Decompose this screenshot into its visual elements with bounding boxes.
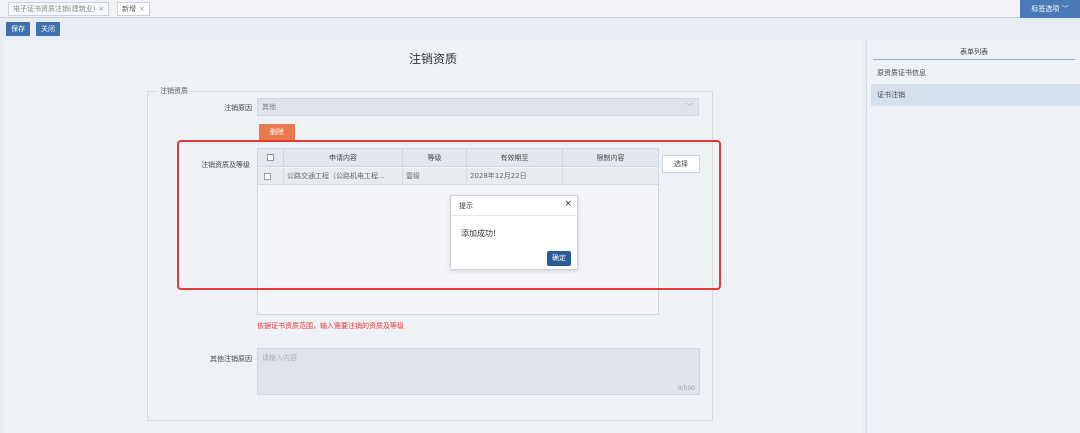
ok-button[interactable]: 确定 [547, 251, 571, 266]
close-icon[interactable]: × [139, 5, 145, 13]
annotation-highlight-box [177, 140, 721, 290]
other-reason-textarea[interactable]: 请输入内容 0/500 [257, 348, 700, 395]
close-icon[interactable]: × [98, 5, 104, 13]
sidebar-title: 表单列表 [873, 44, 1075, 60]
reason-value: 其他 [262, 103, 276, 111]
sidebar-item-original-cert[interactable]: 原资质证书信息 [871, 62, 1080, 84]
other-reason-label: 其他注销原因 [210, 355, 252, 363]
tab-new[interactable]: 新增 × [117, 2, 150, 16]
sidebar-item-cert-cancel[interactable]: 证书注销 [871, 84, 1080, 106]
reason-select[interactable]: 其他 ﹀ [257, 98, 699, 116]
tab-options-button[interactable]: 标签选项 ﹀ [1020, 0, 1080, 18]
dialog-title: 提示 [459, 202, 473, 210]
fieldset-legend: 注销资质 [157, 86, 191, 96]
char-counter: 0/500 [677, 385, 695, 392]
tab-bar: 电子证书资质注销(建筑业) × 新增 × 标签选项 ﹀ [0, 0, 1080, 18]
hint-text: 依据证书资质范围，输入需要注销的资质及等级 [257, 322, 404, 330]
save-button[interactable]: 保存 [6, 22, 30, 36]
close-icon[interactable]: × [564, 199, 572, 209]
dialog-header: 提示 × [451, 196, 577, 216]
main-panel: 注销资质 注销资质 注销原因 其他 ﹀ 删除 注销资质及等级 申请内容 等级 有… [4, 40, 862, 433]
close-button[interactable]: 关闭 [36, 22, 60, 36]
reason-label: 注销原因 [224, 104, 252, 112]
form-list-sidebar: 表单列表 原资质证书信息 证书注销 [866, 40, 1080, 433]
tab-label: 电子证书资质注销(建筑业) [13, 5, 96, 13]
page-title: 注销资质 [408, 52, 457, 66]
toolbar: 保存 关闭 [0, 18, 1080, 40]
tab-label: 新增 [122, 5, 136, 13]
other-reason-placeholder: 请输入内容 [262, 354, 297, 362]
tab-cert-cancel[interactable]: 电子证书资质注销(建筑业) × [8, 2, 110, 16]
dialog-message: 添加成功! [461, 229, 497, 238]
delete-button[interactable]: 删除 [259, 124, 295, 140]
chevron-down-icon: ﹀ [686, 103, 693, 111]
success-dialog: 提示 × 添加成功! 确定 [450, 195, 578, 270]
